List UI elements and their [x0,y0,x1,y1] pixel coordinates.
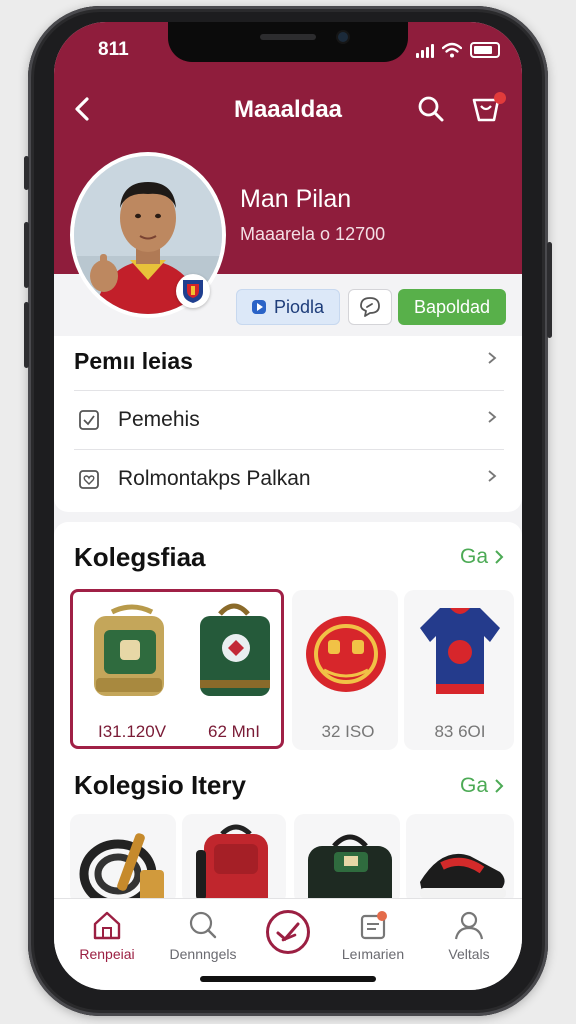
product-blue-jersey[interactable] [410,600,510,700]
menu-heading: Pemıı leias [74,347,193,374]
tab-label: Renpeiai [79,946,135,962]
collections-see-all-link[interactable]: Ga [460,545,504,569]
menu-item-pemehis[interactable]: Pemehis [74,391,502,449]
tab-home[interactable]: Renpeiai [62,908,152,962]
chat-bubble-icon [360,297,380,317]
wifi-icon [442,42,462,58]
page-title: Maaaldaa [233,96,343,123]
tab-label: Leımarien [341,946,405,962]
see-all-label: Ga [459,545,488,568]
menu-item-rolmontakps[interactable]: Rolmontakps Palkan [74,450,502,508]
checkbox-icon [79,410,99,430]
price-label: 83 6OI [434,722,486,741]
home-icon [93,911,121,940]
notch [168,22,408,62]
cart-badge [494,92,506,104]
menu-item-label: Rolmontakps Palkan [118,467,311,490]
shield-icon [183,280,203,303]
product-green-backpack[interactable] [82,602,182,702]
message-button[interactable] [348,289,392,325]
collections2-see-all-link[interactable]: Ga [460,774,504,798]
menu-heading-row[interactable]: Pemıı leias [74,332,502,390]
price-label: I31.120V [97,722,167,741]
chevron-right-icon [495,550,504,564]
inbox-icon [360,911,387,940]
home-indicator [200,976,376,982]
club-crest-badge [176,274,210,308]
heart-note-icon [79,470,99,489]
center-action-icon [276,922,300,942]
mute-switch [24,156,29,190]
center-action-button[interactable] [266,910,310,954]
power-button [547,242,552,338]
price-label: 62 MnI [208,722,260,741]
search-icon [189,911,217,939]
tab-label: Veltals [448,946,490,962]
profile-subtitle: Maaarela o 12700 [240,224,386,244]
follow-button[interactable]: Bapoldad [398,289,506,325]
product-red-ball-bag[interactable] [294,602,394,702]
speaker [260,34,316,40]
chevron-right-icon [488,470,497,482]
price-label: 32 ISO [321,722,375,741]
cart-button[interactable] [470,92,506,126]
battery-icon [470,42,500,58]
profile-name: Man Pilan [240,185,352,213]
collections-title: Kolegsfiaa [74,542,206,572]
see-all-label: Ga [459,774,488,797]
follow-button-label: Bapoldad [413,296,491,317]
tab-profile[interactable]: Veltals [424,908,514,962]
play-button[interactable]: Piodla [236,289,340,325]
chevron-right-icon [495,779,504,793]
play-button-label: Piodla [273,296,325,317]
tab-label: Dennngels [169,946,237,962]
tab-inbox[interactable]: Leımarien [328,908,418,962]
chevron-right-icon [488,411,497,423]
status-time: 811 [98,39,129,60]
app-screen: 811 Maaaldaa Man Pilan Maaarela o 12700 … [54,22,522,990]
volume-up-button [24,222,29,288]
collections2-title: Kolegsio Itery [74,770,246,800]
status-icons [416,42,500,58]
product-green-bag[interactable] [184,600,284,700]
tab-search[interactable]: Dennngels [158,908,248,962]
front-camera [338,32,348,42]
user-icon [454,911,484,940]
search-icon[interactable] [416,94,446,124]
play-icon [251,300,266,314]
cellular-signal-icon [416,44,434,58]
chevron-right-icon [488,352,497,364]
volume-down-button [24,302,29,368]
menu-item-label: Pemehis [118,408,200,431]
